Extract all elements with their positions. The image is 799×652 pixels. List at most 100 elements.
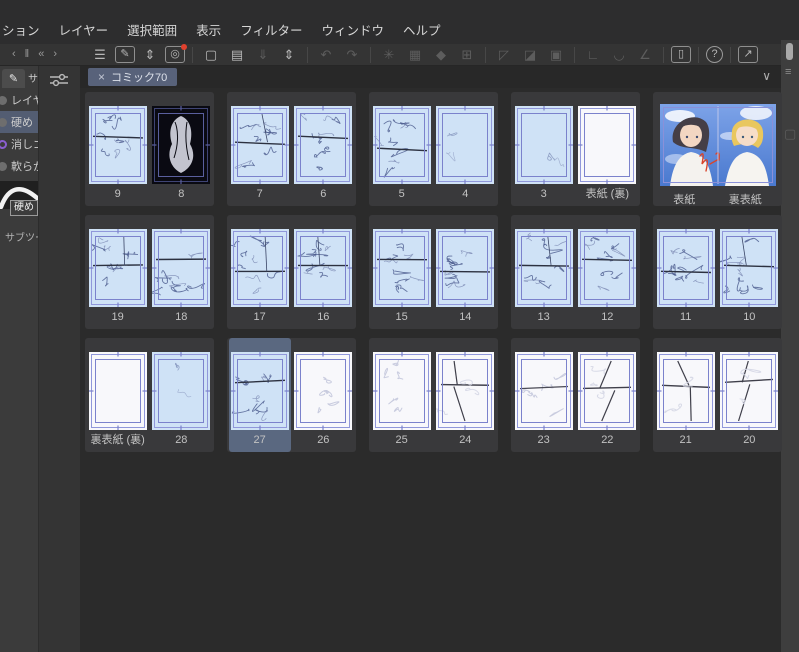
subtool-tab-label[interactable]: サ [28, 70, 38, 88]
close-tab-icon[interactable]: × [98, 70, 105, 84]
collapsed-palette-icon[interactable]: ▢ [784, 126, 796, 142]
page-thumbnail[interactable] [294, 352, 353, 430]
page-manager-canvas[interactable]: 9 8 7 6 5 4 3 表紙 (裏) 表紙 裏表紙 19 18 17 16 15 14 13 12 11 10 裏表… [80, 88, 782, 652]
page-cell[interactable]: 13 [513, 215, 575, 329]
page-thumbnail[interactable] [720, 229, 779, 307]
new-file-icon[interactable]: ▢ [200, 46, 222, 64]
tool-switch-chevrons-icon[interactable]: ⇕ [139, 46, 161, 64]
dock-divider-handle[interactable]: ‖ [25, 49, 30, 60]
page-cell[interactable]: 21 [655, 338, 717, 452]
dock-menu-icon[interactable]: ≡ [785, 66, 791, 78]
menu-item[interactable]: フィルター [240, 20, 302, 39]
page-thumbnail[interactable] [514, 352, 573, 430]
page-cell[interactable]: 12 [576, 215, 638, 329]
page-thumbnail[interactable] [230, 229, 289, 307]
page-thumbnail[interactable] [152, 106, 211, 184]
open-file-icon[interactable]: ▤ [226, 46, 248, 64]
page-cell[interactable]: 11 [655, 215, 717, 329]
dock-prev-arrow[interactable]: ‹ [12, 49, 16, 60]
menu-item[interactable]: ウィンドウ [321, 20, 384, 39]
document-tab[interactable]: × コミック70 [88, 68, 178, 86]
page-cell[interactable]: 23 [513, 338, 575, 452]
menu-item[interactable]: レイヤー [59, 20, 109, 39]
page-thumbnail[interactable] [514, 229, 573, 307]
file-chevrons-icon[interactable]: ⇕ [278, 46, 300, 64]
sliders-icon[interactable] [50, 73, 68, 87]
help-icon[interactable]: ? [706, 46, 723, 63]
main-menu-icon[interactable]: ☰ [89, 46, 111, 64]
subtool-item-selected[interactable]: 硬め [0, 111, 38, 133]
open-clip-studio-icon[interactable]: ◎ [165, 44, 187, 63]
page-cell[interactable]: 5 [371, 92, 433, 206]
page-thumbnail[interactable] [152, 352, 211, 430]
page-cell[interactable]: 28 [150, 338, 212, 452]
page-cell[interactable]: 表紙 (裏) [576, 92, 638, 206]
chevron-down-icon[interactable]: ∨ [762, 69, 771, 83]
page-thumbnail[interactable] [294, 229, 353, 307]
page-thumbnail[interactable] [578, 352, 637, 430]
page-cell[interactable]: 20 [718, 338, 780, 452]
dock-collapse-arrow[interactable]: « [38, 49, 44, 60]
page-thumbnail[interactable] [578, 106, 637, 184]
page-cell[interactable]: 9 [87, 92, 149, 206]
redo-icon: ↷ [346, 47, 358, 62]
subtool-item-entry[interactable]: レイヤー [0, 89, 38, 111]
page-cell[interactable]: 26 [292, 338, 354, 452]
page-thumbnail[interactable] [514, 106, 573, 184]
page-cell[interactable]: 3 [513, 92, 575, 206]
page-cell[interactable]: 22 [576, 338, 638, 452]
page-thumbnail[interactable] [372, 106, 431, 184]
page-thumbnail[interactable] [578, 229, 637, 307]
current-tool-icon[interactable]: ✎ [115, 46, 135, 63]
menu-item[interactable]: 表示 [196, 20, 221, 39]
page-cell[interactable]: 24 [434, 338, 496, 452]
page-thumbnail[interactable] [230, 352, 289, 430]
page-thumbnail[interactable] [372, 229, 431, 307]
page-label: 9 [114, 188, 121, 200]
subtool-item-entry[interactable]: 軟らか [0, 155, 38, 177]
page-thumbnail[interactable] [656, 229, 715, 307]
subtool-section-caption: サブツー [5, 233, 38, 244]
dock-next-arrow[interactable]: › [53, 49, 57, 60]
page-cell[interactable]: 10 [718, 215, 780, 329]
page-thumbnail-cover-spread[interactable] [659, 104, 776, 186]
page-thumbnail[interactable] [372, 352, 431, 430]
menu-item[interactable]: 選択範囲 [127, 20, 177, 39]
page-thumbnail[interactable] [152, 229, 211, 307]
menu-item[interactable]: ヘルプ [403, 20, 441, 39]
page-cell[interactable]: 6 [292, 92, 354, 206]
page-thumbnail[interactable] [436, 229, 495, 307]
page-thumbnail[interactable] [294, 106, 353, 184]
page-cell[interactable]: 7 [229, 92, 291, 206]
page-cell[interactable]: 16 [292, 215, 354, 329]
page-cell[interactable]: 8 [150, 92, 212, 206]
page-cell[interactable]: 25 [371, 338, 433, 452]
page-thumbnail[interactable] [88, 106, 147, 184]
page-cell[interactable]: 14 [434, 215, 496, 329]
page-thumbnail[interactable] [720, 352, 779, 430]
menu-item[interactable]: ション [2, 20, 40, 39]
page-cell[interactable]: 18 [150, 215, 212, 329]
eraser-tool-icon [0, 139, 7, 149]
page-thumbnail[interactable] [656, 352, 715, 430]
page-label: 裏表紙 [728, 194, 762, 206]
fullscreen-icon[interactable]: ↗ [738, 46, 758, 63]
selection-border-icon: ▣ [549, 47, 563, 62]
pen-tool-tab-icon[interactable]: ✎ [2, 69, 25, 88]
page-cell-selected[interactable]: 27 [228, 338, 291, 452]
companion-mode-icon[interactable]: ▯ [671, 46, 691, 63]
page-cell[interactable]: 17 [229, 215, 291, 329]
page-thumbnail[interactable] [436, 106, 495, 184]
page-cell[interactable]: 裏表紙 (裏) [87, 338, 149, 452]
page-cell[interactable]: 4 [434, 92, 496, 206]
fill-icon: ◆ [436, 47, 446, 62]
page-thumbnail[interactable] [88, 229, 147, 307]
dock-handle[interactable] [786, 43, 793, 60]
page-cell[interactable]: 15 [371, 215, 433, 329]
page-thumbnail[interactable] [230, 106, 289, 184]
page-label: 22 [601, 434, 614, 446]
page-thumbnail[interactable] [88, 352, 147, 430]
page-thumbnail[interactable] [436, 352, 495, 430]
subtool-item-entry[interactable]: 消しゴム [0, 133, 38, 155]
page-cell[interactable]: 19 [87, 215, 149, 329]
